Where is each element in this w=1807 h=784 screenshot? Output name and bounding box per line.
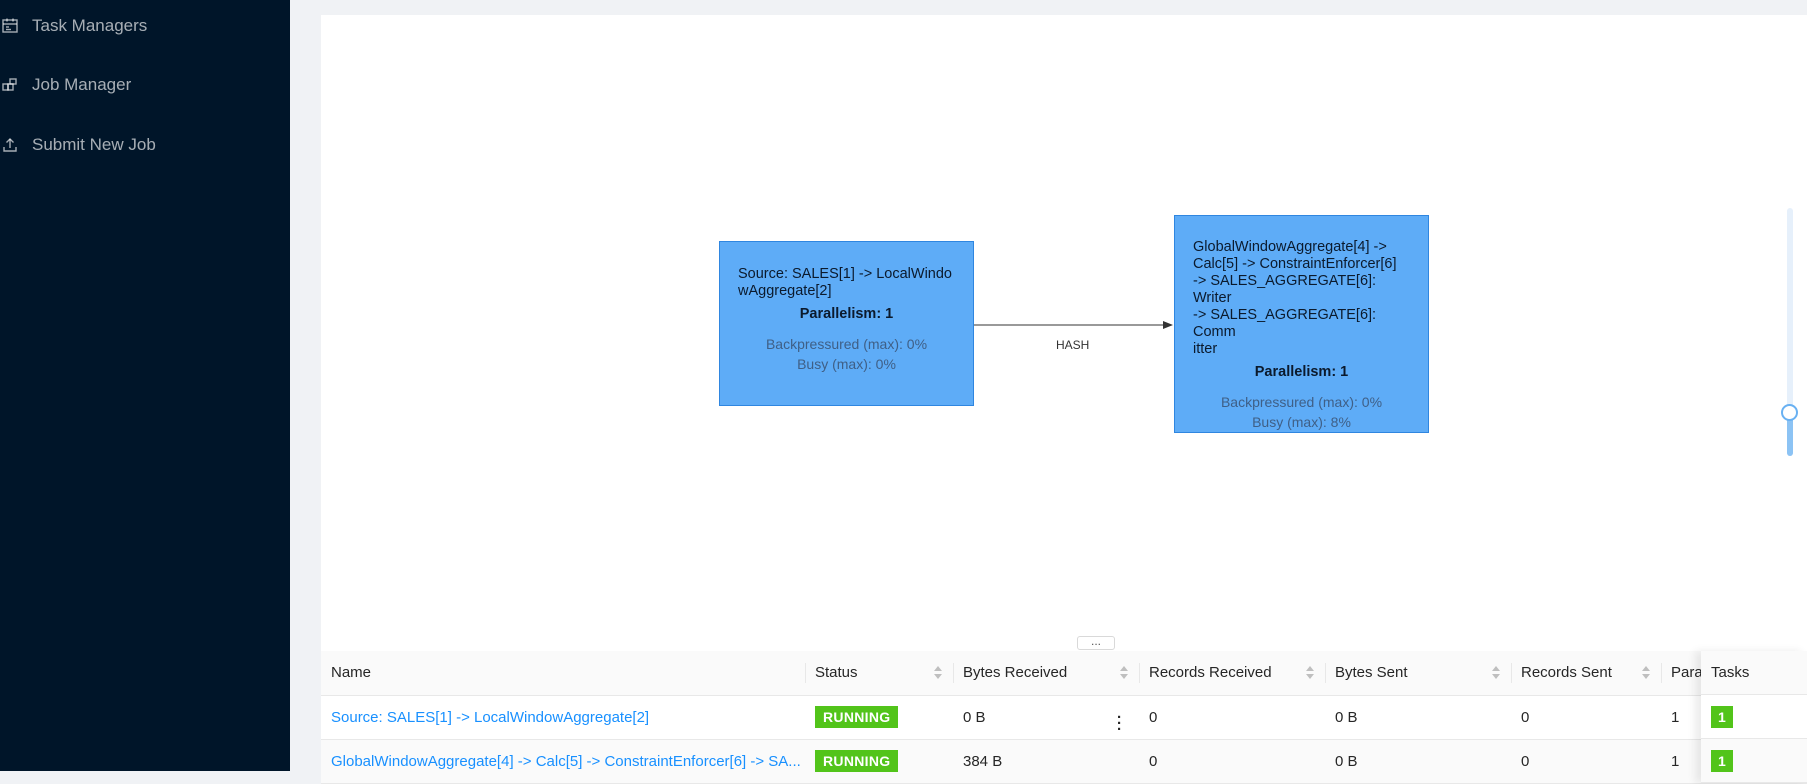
cell-bytes-sent: 0 B bbox=[1325, 739, 1511, 784]
job-manager-icon bbox=[0, 75, 20, 95]
node-name-line: wAggregate[2] bbox=[738, 283, 832, 299]
tasks-badge: 1 bbox=[1711, 749, 1733, 772]
cell-records-sent: 0 bbox=[1511, 739, 1661, 784]
node-backpressured: Backpressured (max): 0% bbox=[1220, 394, 1383, 410]
sort-icon[interactable] bbox=[1641, 666, 1651, 680]
cell-records-received: 0 bbox=[1139, 739, 1325, 784]
cell-records-received: 0 bbox=[1139, 695, 1325, 740]
sidebar-item-job-manager[interactable]: Job Manager bbox=[0, 65, 131, 105]
table-header-row: Name Status Bytes Received Records Recei… bbox=[321, 651, 1807, 696]
column-header-bytes-received[interactable]: Bytes Received bbox=[953, 651, 1139, 696]
cell-records-sent: 0 bbox=[1511, 695, 1661, 740]
column-header-bytes-sent[interactable]: Bytes Sent bbox=[1325, 651, 1511, 696]
sort-icon[interactable] bbox=[1305, 666, 1315, 680]
column-header-status[interactable]: Status bbox=[805, 651, 953, 696]
node-name-line: -> SALES_AGGREGATE[6]: Comm bbox=[1193, 307, 1377, 340]
zoom-slider-handle[interactable] bbox=[1781, 404, 1798, 421]
column-header-label: Records Received bbox=[1149, 664, 1272, 682]
column-header-tasks: Tasks bbox=[1701, 651, 1807, 695]
node-parallelism: Parallelism: 1 bbox=[799, 306, 894, 322]
column-header-label: Status bbox=[815, 664, 858, 682]
vertex-link[interactable]: GlobalWindowAggregate[4] -> Calc[5] -> C… bbox=[331, 753, 801, 770]
node-name-line: GlobalWindowAggregate[4] -> bbox=[1193, 239, 1387, 255]
sidebar-item-label: Task Managers bbox=[32, 16, 148, 35]
node-name: GlobalWindowAggregate[4] -> Calc[5] -> C… bbox=[1175, 216, 1428, 358]
sidebar-item-task-managers[interactable]: Task Managers bbox=[0, 6, 147, 46]
more-icon[interactable]: · · · bbox=[1117, 710, 1125, 737]
cell-tasks: 1 bbox=[1701, 695, 1807, 739]
node-name: Source: SALES[1] -> LocalWindo wAggregat… bbox=[720, 242, 973, 300]
cell-name: GlobalWindowAggregate[4] -> Calc[5] -> C… bbox=[321, 739, 805, 784]
status-badge: RUNNING bbox=[815, 706, 899, 728]
sidebar-item-label: Job Manager bbox=[32, 75, 132, 94]
node-busy: Busy (max): 0% bbox=[797, 356, 896, 372]
column-header-label: Records Sent bbox=[1521, 664, 1612, 682]
tasks-badge: 1 bbox=[1711, 705, 1733, 728]
edge-label: HASH bbox=[1056, 338, 1089, 352]
sidebar: Task Managers Job Manager Submit New Job bbox=[0, 0, 290, 771]
sidebar-item-label: Submit New Job bbox=[32, 135, 156, 154]
column-header-label: Bytes Sent bbox=[1335, 664, 1408, 682]
graph-node[interactable]: GlobalWindowAggregate[4] -> Calc[5] -> C… bbox=[1174, 215, 1429, 433]
node-busy: Busy (max): 8% bbox=[1252, 414, 1351, 430]
node-backpressured: Backpressured (max): 0% bbox=[765, 336, 928, 352]
cell-bytes-received: 384 B bbox=[953, 739, 1139, 784]
table-row[interactable]: GlobalWindowAggregate[4] -> Calc[5] -> C… bbox=[321, 739, 1807, 784]
sort-icon[interactable] bbox=[1491, 666, 1501, 680]
cell-name: Source: SALES[1] -> LocalWindowAggregate… bbox=[321, 695, 805, 740]
tasks-column: Tasks 1 1 bbox=[1701, 651, 1807, 783]
sidebar-item-submit-new-job[interactable]: Submit New Job bbox=[0, 125, 156, 165]
task-managers-icon bbox=[0, 16, 20, 36]
job-graph[interactable]: HASH Source: SALES[1] -> LocalWindo wAgg… bbox=[321, 15, 1807, 635]
status-badge: RUNNING bbox=[815, 750, 899, 772]
zoom-slider[interactable] bbox=[1781, 208, 1798, 456]
column-header-records-sent[interactable]: Records Sent bbox=[1511, 651, 1661, 696]
sort-icon[interactable] bbox=[933, 666, 943, 680]
node-name-line: itter bbox=[1193, 341, 1218, 357]
cell-status: RUNNING bbox=[805, 739, 953, 784]
graph-edges: HASH bbox=[974, 321, 1173, 352]
node-name-line: Calc[5] -> ConstraintEnforcer[6] bbox=[1193, 256, 1397, 272]
table-row[interactable]: Source: SALES[1] -> LocalWindowAggregate… bbox=[321, 695, 1807, 740]
column-header-name: Name bbox=[321, 651, 805, 696]
cell-status: RUNNING bbox=[805, 695, 953, 740]
cell-tasks: 1 bbox=[1701, 739, 1807, 783]
node-name-line: -> SALES_AGGREGATE[6]: Writer bbox=[1193, 273, 1377, 306]
column-header-label: Bytes Received bbox=[963, 664, 1068, 682]
node-parallelism: Parallelism: 1 bbox=[1254, 364, 1349, 380]
job-overview-card: HASH Source: SALES[1] -> LocalWindo wAgg… bbox=[321, 15, 1807, 784]
sort-icon[interactable] bbox=[1119, 666, 1129, 680]
column-header-records-received[interactable]: Records Received bbox=[1139, 651, 1325, 696]
upload-icon bbox=[0, 135, 20, 155]
vertex-link[interactable]: Source: SALES[1] -> LocalWindowAggregate… bbox=[331, 709, 801, 726]
main-content: HASH Source: SALES[1] -> LocalWindo wAgg… bbox=[290, 0, 1807, 784]
graph-node[interactable]: Source: SALES[1] -> LocalWindo wAggregat… bbox=[719, 241, 974, 406]
resize-handle[interactable]: ... bbox=[1077, 635, 1115, 650]
vertex-table: Name Status Bytes Received Records Recei… bbox=[321, 651, 1807, 784]
cell-bytes-sent: 0 B bbox=[1325, 695, 1511, 740]
node-name-line: Source: SALES[1] -> LocalWindo bbox=[738, 266, 952, 282]
cell-bytes-received: 0 B bbox=[953, 695, 1139, 740]
